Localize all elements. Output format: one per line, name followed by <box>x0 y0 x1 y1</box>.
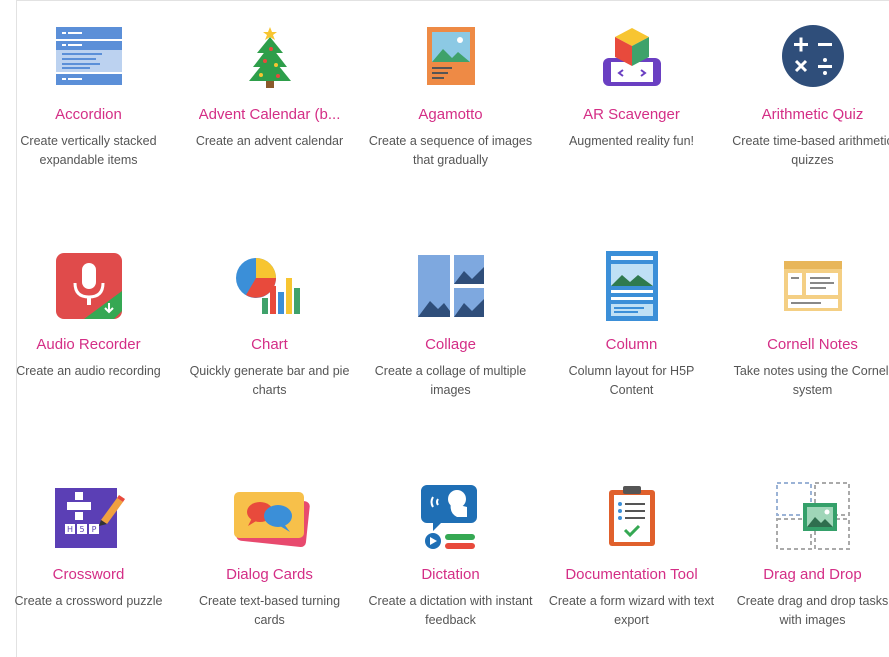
content-type-description: Take notes using the Cornell system <box>733 364 889 397</box>
content-type-column[interactable]: Column Column layout for H5P Content <box>541 230 722 460</box>
content-type-chart[interactable]: Chart Quickly generate bar and pie chart… <box>179 230 360 460</box>
content-type-title[interactable]: Drag and Drop <box>763 566 861 584</box>
chart-icon <box>218 246 322 326</box>
crossword-icon: H 5 P <box>37 476 141 556</box>
content-type-crossword[interactable]: H 5 P Crossword Create a crossword puzzl… <box>0 460 179 657</box>
content-type-audio-recorder[interactable]: Audio Recorder Create an audio recording <box>0 230 179 460</box>
content-type-title[interactable]: Accordion <box>55 106 122 124</box>
content-type-grid: Accordion Create vertically stacked expa… <box>0 0 889 657</box>
content-type-description: Create vertically stacked expandable ite… <box>20 134 157 167</box>
dialog-cards-icon <box>218 476 322 556</box>
content-type-title[interactable]: Dictation <box>421 566 479 584</box>
drag-drop-icon <box>761 476 865 556</box>
content-type-cornell-notes[interactable]: Cornell Notes Take notes using the Corne… <box>722 230 889 460</box>
content-type-accordion[interactable]: Accordion Create vertically stacked expa… <box>0 0 179 230</box>
accordion-icon <box>37 16 141 96</box>
content-type-description: Create text-based turning cards <box>198 594 341 627</box>
content-type-description: Create an advent calendar <box>195 134 344 148</box>
content-type-collage[interactable]: Collage Create a collage of multiple ima… <box>360 230 541 460</box>
content-type-drag-and-drop[interactable]: Drag and Drop Create drag and drop tasks… <box>722 460 889 657</box>
content-type-description: Create a form wizard with text export <box>548 594 715 627</box>
christmas-tree-icon <box>218 16 322 96</box>
content-type-title[interactable]: Advent Calendar (b... <box>199 106 341 124</box>
content-type-description: Quickly generate bar and pie charts <box>189 364 350 397</box>
content-type-advent-calendar[interactable]: Advent Calendar (b... Create an advent c… <box>179 0 360 230</box>
content-type-ar-scavenger[interactable]: AR Scavenger Augmented reality fun! <box>541 0 722 230</box>
content-type-dictation[interactable]: Dictation Create a dictation with instan… <box>360 460 541 657</box>
content-type-description: Create a collage of multiple images <box>374 364 527 397</box>
svg-text:P: P <box>91 525 96 534</box>
content-type-title[interactable]: Crossword <box>53 566 125 584</box>
clipboard-icon <box>580 476 684 556</box>
microphone-icon <box>37 246 141 326</box>
content-type-description: Column layout for H5P Content <box>568 364 695 397</box>
content-type-description: Create drag and drop tasks with images <box>736 594 889 627</box>
content-type-title[interactable]: Column <box>606 336 658 354</box>
collage-icon <box>399 246 503 326</box>
content-type-agamotto[interactable]: Agamotto Create a sequence of images tha… <box>360 0 541 230</box>
arithmetic-icon <box>761 16 865 96</box>
content-type-documentation-tool[interactable]: Documentation Tool Create a form wizard … <box>541 460 722 657</box>
content-type-description: Create a sequence of images that gradual… <box>368 134 533 167</box>
content-type-description: Create time-based arithmetic quizzes <box>732 134 889 167</box>
image-sequence-icon <box>399 16 503 96</box>
content-type-description: Augmented reality fun! <box>568 134 695 148</box>
svg-text:H: H <box>66 525 72 534</box>
column-icon <box>580 246 684 326</box>
content-type-title[interactable]: Audio Recorder <box>36 336 140 354</box>
svg-text:5: 5 <box>79 525 84 534</box>
content-type-title[interactable]: Arithmetic Quiz <box>762 106 864 124</box>
content-type-title[interactable]: Dialog Cards <box>226 566 313 584</box>
content-type-description: Create a dictation with instant feedback <box>368 594 533 627</box>
notes-icon <box>761 246 865 326</box>
content-type-title[interactable]: Collage <box>425 336 476 354</box>
content-type-title[interactable]: Agamotto <box>418 106 482 124</box>
content-type-description: Create an audio recording <box>16 364 161 378</box>
content-type-description: Create a crossword puzzle <box>14 594 163 608</box>
content-type-dialog-cards[interactable]: Dialog Cards Create text-based turning c… <box>179 460 360 657</box>
content-type-title[interactable]: Chart <box>251 336 288 354</box>
content-type-title[interactable]: Cornell Notes <box>767 336 858 354</box>
dictation-icon <box>399 476 503 556</box>
ar-cube-icon <box>580 16 684 96</box>
content-type-title[interactable]: Documentation Tool <box>565 566 697 584</box>
content-type-title[interactable]: AR Scavenger <box>583 106 680 124</box>
content-type-arithmetic-quiz[interactable]: Arithmetic Quiz Create time-based arithm… <box>722 0 889 230</box>
